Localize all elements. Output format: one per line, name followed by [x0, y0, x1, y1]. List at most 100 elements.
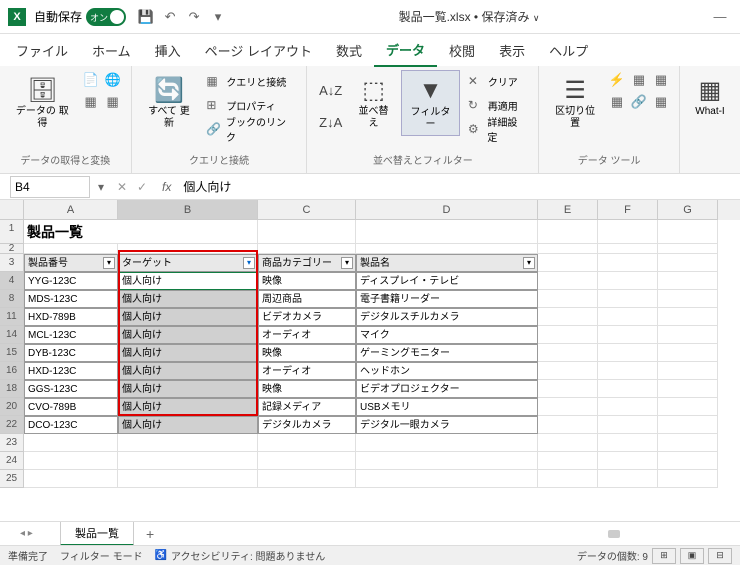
edit-links-button[interactable]: 🔗ブックのリンク — [202, 118, 298, 140]
data-val-icon[interactable]: ▦ — [651, 70, 671, 90]
undo-icon[interactable]: ↶ — [160, 7, 180, 27]
row-header[interactable]: 18 — [0, 380, 24, 398]
cell[interactable]: 映像 — [258, 272, 356, 290]
properties-button[interactable]: ⊞プロパティ — [202, 94, 298, 116]
cell[interactable]: 個人向け — [118, 416, 258, 434]
cell[interactable]: デジタルスチルカメラ — [356, 308, 538, 326]
manage-data-icon[interactable]: ▦ — [651, 92, 671, 112]
flash-fill-icon[interactable]: ⚡ — [607, 70, 627, 90]
from-web-icon[interactable]: 🌐 — [103, 70, 123, 90]
col-header[interactable]: D — [356, 200, 538, 220]
save-icon[interactable]: 💾 — [136, 7, 156, 27]
remove-dup-icon[interactable]: ▦ — [629, 70, 649, 90]
cell[interactable]: 製品一覧 — [24, 220, 258, 244]
menu-view[interactable]: 表示 — [487, 35, 537, 66]
row-header[interactable]: 24 — [0, 452, 24, 470]
queries-button[interactable]: ▦クエリと接続 — [202, 70, 298, 92]
minimize-icon[interactable]: — — [710, 7, 730, 27]
cell[interactable]: 個人向け — [118, 290, 258, 308]
cell[interactable]: オーディオ — [258, 362, 356, 380]
filter-header[interactable]: 製品番号▾ — [24, 254, 118, 272]
sort-button[interactable]: ⬚ 並べ替え — [350, 70, 397, 134]
cell[interactable]: 個人向け — [118, 344, 258, 362]
row-header[interactable]: 8 — [0, 290, 24, 308]
name-box[interactable]: B4 — [10, 176, 90, 198]
cancel-icon[interactable]: ✕ — [112, 180, 132, 194]
reapply-button[interactable]: ↻再適用 — [464, 94, 531, 116]
fx-icon[interactable]: fx — [156, 180, 177, 194]
autosave-toggle[interactable]: オン — [86, 8, 126, 26]
row-header[interactable]: 25 — [0, 470, 24, 488]
cell[interactable]: MDS-123C — [24, 290, 118, 308]
redo-icon[interactable]: ↷ — [184, 7, 204, 27]
row-header[interactable]: 16 — [0, 362, 24, 380]
add-sheet-button[interactable]: + — [134, 526, 166, 542]
cell[interactable]: 個人向け — [118, 272, 258, 290]
cell[interactable]: CVO-789B — [24, 398, 118, 416]
tab-nav-icon[interactable]: ◂ ▸ — [14, 528, 39, 539]
cell[interactable]: ゲーミングモニター — [356, 344, 538, 362]
row-header[interactable]: 22 — [0, 416, 24, 434]
menu-data[interactable]: データ — [374, 34, 437, 67]
page-layout-view-icon[interactable]: ▣ — [680, 548, 704, 564]
row-header[interactable]: 2 — [0, 244, 24, 254]
relationships-icon[interactable]: 🔗 — [629, 92, 649, 112]
select-all-corner[interactable] — [0, 200, 24, 220]
col-header[interactable]: F — [598, 200, 658, 220]
formula-input[interactable]: 個人向け — [177, 178, 740, 195]
cell[interactable]: 映像 — [258, 344, 356, 362]
col-header[interactable]: B — [118, 200, 258, 220]
cell[interactable]: オーディオ — [258, 326, 356, 344]
filter-header[interactable]: ターゲット▾ — [118, 254, 258, 272]
row-header[interactable]: 4 — [0, 272, 24, 290]
cell[interactable]: HXD-123C — [24, 362, 118, 380]
get-data-button[interactable]: 🗄 データの 取得 — [8, 70, 77, 134]
recent-sources-icon[interactable]: ▦ — [103, 92, 123, 112]
col-header[interactable]: G — [658, 200, 718, 220]
name-box-dropdown-icon[interactable]: ▾ — [94, 180, 108, 194]
cell[interactable]: 映像 — [258, 380, 356, 398]
filter-header[interactable]: 商品カテゴリー▾ — [258, 254, 356, 272]
from-text-icon[interactable]: 📄 — [81, 70, 101, 90]
col-header[interactable]: E — [538, 200, 598, 220]
cell[interactable]: デジタルカメラ — [258, 416, 356, 434]
cell[interactable]: MCL-123C — [24, 326, 118, 344]
sheet-tab[interactable]: 製品一覧 — [60, 522, 134, 546]
cell[interactable]: ディスプレイ・テレビ — [356, 272, 538, 290]
cell[interactable]: YYG-123C — [24, 272, 118, 290]
cell[interactable]: デジタル一眼カメラ — [356, 416, 538, 434]
row-header[interactable]: 3 — [0, 254, 24, 272]
row-header[interactable]: 23 — [0, 434, 24, 452]
cell[interactable]: HXD-789B — [24, 308, 118, 326]
cell[interactable]: DCO-123C — [24, 416, 118, 434]
menu-formulas[interactable]: 数式 — [324, 35, 374, 66]
cell[interactable]: USBメモリ — [356, 398, 538, 416]
cell[interactable]: 個人向け — [118, 398, 258, 416]
enter-icon[interactable]: ✓ — [132, 180, 152, 194]
advanced-button[interactable]: ⚙詳細設定 — [464, 118, 531, 140]
cell[interactable]: 個人向け — [118, 380, 258, 398]
sort-asc-button[interactable]: A↓Z Z↓A — [315, 70, 346, 142]
col-header[interactable]: A — [24, 200, 118, 220]
cell[interactable]: ビデオカメラ — [258, 308, 356, 326]
cell[interactable]: 個人向け — [118, 308, 258, 326]
row-header[interactable]: 14 — [0, 326, 24, 344]
from-table-icon[interactable]: ▦ — [81, 92, 101, 112]
text-to-columns-button[interactable]: ☰ 区切り位置 — [547, 70, 603, 134]
menu-home[interactable]: ホーム — [80, 35, 143, 66]
row-header[interactable]: 15 — [0, 344, 24, 362]
scroll-thumb[interactable] — [608, 530, 620, 538]
filter-header[interactable]: 製品名▾ — [356, 254, 538, 272]
cell[interactable]: 周辺商品 — [258, 290, 356, 308]
cell[interactable]: マイク — [356, 326, 538, 344]
col-header[interactable]: C — [258, 200, 356, 220]
clear-button[interactable]: ✕クリア — [464, 70, 531, 92]
menu-review[interactable]: 校閲 — [437, 35, 487, 66]
what-if-button[interactable]: ▦ What-I — [688, 70, 732, 122]
cell[interactable]: ビデオプロジェクター — [356, 380, 538, 398]
cell[interactable]: ヘッドホン — [356, 362, 538, 380]
cell[interactable]: GGS-123C — [24, 380, 118, 398]
row-header[interactable]: 1 — [0, 220, 24, 244]
row-header[interactable]: 11 — [0, 308, 24, 326]
cell[interactable]: 記録メディア — [258, 398, 356, 416]
